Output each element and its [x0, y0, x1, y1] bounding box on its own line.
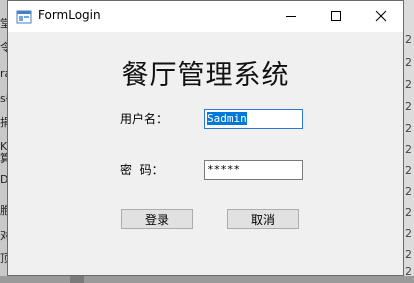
form-app-icon: [16, 10, 32, 24]
minimize-icon: [285, 16, 296, 17]
background-window-right: 2 2 2 2 2 2 2 2 2 2 2 2: [404, 0, 414, 283]
window-title: FormLogin: [38, 8, 101, 22]
maximize-icon: [330, 11, 341, 21]
close-icon: [375, 10, 386, 22]
background-text: 2: [405, 143, 412, 156]
background-text: 2: [405, 100, 412, 113]
background-text: 2: [405, 164, 412, 177]
background-text: 2: [405, 185, 412, 198]
username-label: 用户名：: [120, 112, 169, 126]
background-text: 2: [405, 206, 412, 219]
password-input[interactable]: *****: [204, 160, 303, 180]
background-text: 2: [405, 227, 412, 240]
background-scrollbar: [0, 276, 414, 283]
background-scrollbar-thumb: [70, 276, 84, 283]
password-value: *****: [207, 163, 241, 176]
login-window: FormLogin 餐厅管理系统 用户名： Sadmin 密 码： ***** …: [7, 0, 404, 276]
close-button[interactable]: [358, 1, 403, 31]
login-button[interactable]: 登录: [121, 209, 193, 229]
background-text: 2: [405, 248, 412, 261]
password-label: 密 码：: [120, 163, 164, 177]
maximize-button[interactable]: [313, 1, 358, 31]
background-text: 2: [405, 122, 412, 135]
background-text: 2: [405, 78, 412, 91]
background-text: 2: [405, 56, 412, 69]
username-value: Sadmin: [207, 112, 247, 125]
cancel-button[interactable]: 取消: [227, 209, 299, 229]
username-input[interactable]: Sadmin: [204, 109, 303, 129]
app-heading: 餐厅管理系统: [121, 60, 290, 91]
title-bar[interactable]: FormLogin: [8, 1, 403, 32]
background-text: 2: [405, 33, 412, 46]
minimize-button[interactable]: [268, 1, 313, 31]
